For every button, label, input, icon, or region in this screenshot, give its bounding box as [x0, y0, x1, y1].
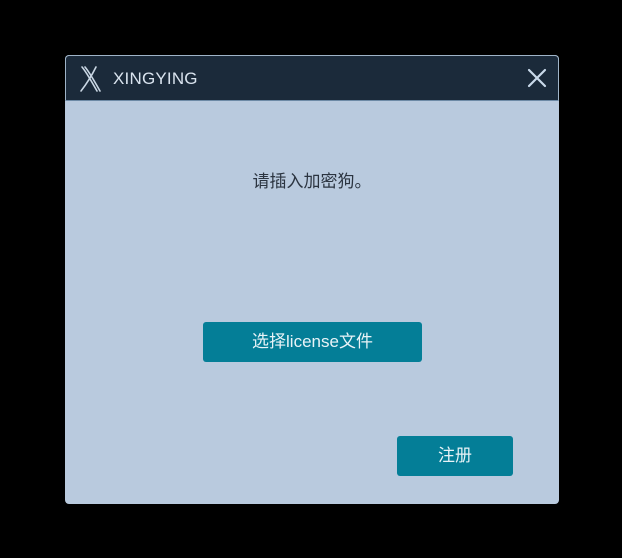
window-title: XINGYING: [113, 69, 198, 88]
register-button[interactable]: 注册: [397, 436, 513, 476]
title-bar: XINGYING: [65, 55, 559, 101]
select-license-file-button[interactable]: 选择license文件: [203, 322, 422, 362]
close-icon[interactable]: [526, 67, 548, 89]
insert-dongle-message: 请插入加密狗。: [252, 172, 372, 192]
license-dialog: XINGYING 请插入加密狗。 选择license文件 注册: [65, 55, 559, 504]
xingying-logo-icon: [78, 65, 102, 93]
